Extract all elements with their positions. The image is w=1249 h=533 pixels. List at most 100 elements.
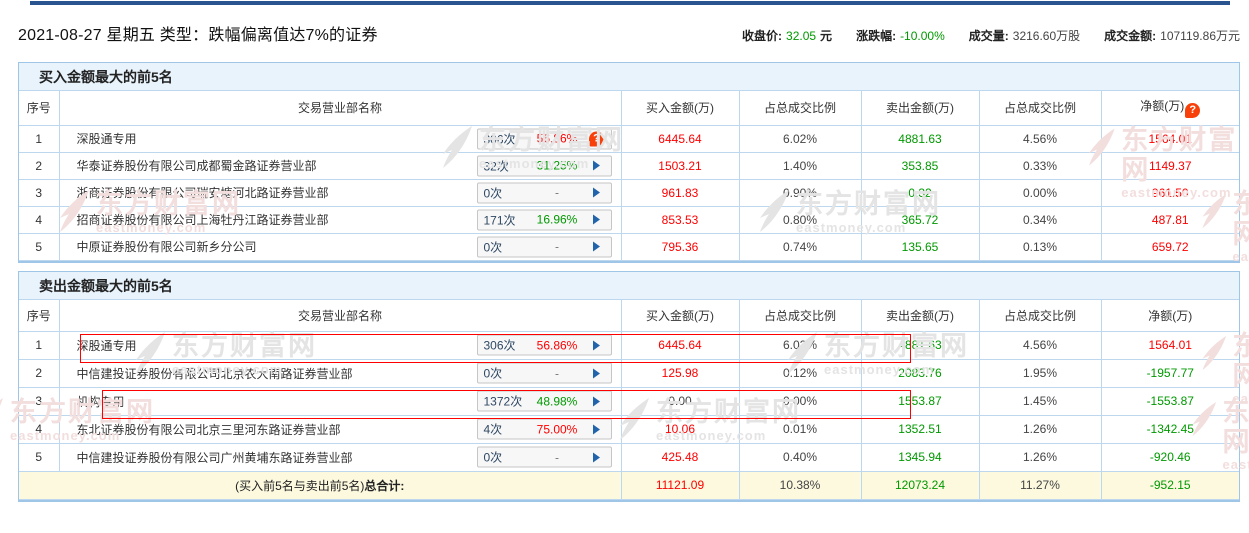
branch-history-badge[interactable]: 0次 - [477,236,612,257]
total-buy-ratio: 10.38% [739,471,861,499]
page-header: 2021-08-27 星期五 类型：跌幅偏离值达7%的证券 收盘价: 32.05… [18,21,1240,45]
help-icon[interactable] [589,131,604,146]
total-sell-amount: 12073.24 [861,471,979,499]
row-index: 1 [19,125,59,152]
table-row: 4 招商证券股份有限公司上海牡丹江路证券营业部 171次 16.96% 853.… [19,206,1239,233]
change-percent: 涨跌幅: -10.00% [856,27,945,44]
table-row: 3 机构专用 1372次 48.98% 0.00 0.00% 1553.87 1… [19,387,1239,415]
branch-history-badge[interactable]: 1372次 48.98% [477,391,612,412]
branch-history-badge[interactable]: 0次 - [477,447,612,468]
arrow-right-icon[interactable] [593,396,600,406]
lhb-detail-page: 2021-08-27 星期五 类型：跌幅偏离值达7%的证券 收盘价: 32.05… [0,0,1249,533]
close-price-value: 32.05 [786,29,816,43]
col-sell-amount: 卖出金额(万) [861,300,979,331]
volume-value: 3216.60万股 [1013,27,1080,44]
net-amount: 659.72 [1101,233,1239,260]
arrow-right-icon[interactable] [593,424,600,434]
branch-history-badge[interactable]: 306次 56.86% [477,335,612,356]
table-row: 1 深股通专用 306次 56.86% 6445.64 6.02% 4881.6… [19,331,1239,359]
branch-name[interactable]: 机构专用 [77,395,125,409]
buy-ratio: 0.74% [739,233,861,260]
grand-total-row: (买入前5名与卖出前5名)总合计: 11121.09 10.38% 12073.… [19,471,1239,499]
sell-amount: 4881.63 [861,125,979,152]
row-index: 5 [19,233,59,260]
buy-ratio: 0.40% [739,443,861,471]
arrow-right-icon[interactable] [593,188,600,198]
arrow-right-icon[interactable] [593,368,600,378]
branch-history-badge[interactable]: 32次 31.25% [477,155,612,176]
turnover: 成交金额: 107119.86万元 [1104,27,1240,44]
net-amount: 1564.01 [1101,331,1239,359]
table-row: 2 中信建投证券股份有限公司北京农大南路证券营业部 0次 - 125.98 0.… [19,359,1239,387]
branch-name[interactable]: 中信建投证券股份有限公司广州黄埔东路证券营业部 [77,451,353,465]
arrow-right-icon[interactable] [593,242,600,252]
arrow-right-icon[interactable] [593,340,600,350]
buy-ratio: 0.80% [739,206,861,233]
branch-name[interactable]: 中信建投证券股份有限公司北京农大南路证券营业部 [77,367,353,381]
net-amount: -920.46 [1101,443,1239,471]
top-accent-rule [30,1,1230,5]
net-amount: 1564.01 [1101,125,1239,152]
sell-amount: 0.32 [861,179,979,206]
help-icon[interactable] [1185,103,1200,118]
close-price: 收盘价: 32.05 元 [742,27,832,44]
arrow-right-icon[interactable] [593,161,600,171]
branch-name[interactable]: 中原证券股份有限公司新乡分公司 [77,240,257,254]
net-amount: 487.81 [1101,206,1239,233]
sell-amount: 365.72 [861,206,979,233]
branch-name[interactable]: 深股通专用 [77,339,137,353]
net-amount: 961.50 [1101,179,1239,206]
table-row: 4 东北证券股份有限公司北京三里河东路证券营业部 4次 75.00% 10.06… [19,415,1239,443]
branch-name[interactable]: 浙商证券股份有限公司瑞安塘河北路证券营业部 [77,186,329,200]
change-percent-value: -10.00% [900,29,945,43]
col-sell-ratio: 占总成交比例 [979,300,1101,331]
sell-amount: 135.65 [861,233,979,260]
sell-ratio: 0.13% [979,233,1101,260]
buy-table-header: 序号 交易营业部名称 买入金额(万) 占总成交比例 卖出金额(万) 占总成交比例… [19,91,1239,125]
col-buy-amount: 买入金额(万) [621,300,739,331]
arrow-right-icon[interactable] [593,452,600,462]
col-net-amount: 净额(万) [1101,91,1239,125]
sell-section-title: 卖出金额最大的前5名 [19,272,1239,300]
col-buy-ratio: 占总成交比例 [739,300,861,331]
sell-table: 序号 交易营业部名称 买入金额(万) 占总成交比例 卖出金额(万) 占总成交比例… [19,300,1239,500]
sell-ratio: 1.26% [979,443,1101,471]
buy-ratio: 0.90% [739,179,861,206]
row-index: 3 [19,387,59,415]
branch-history-badge[interactable]: 0次 - [477,363,612,384]
branch-name[interactable]: 东北证券股份有限公司北京三里河东路证券营业部 [77,423,341,437]
branch-name[interactable]: 深股通专用 [77,132,137,146]
sell-ratio: 4.56% [979,125,1101,152]
branch-name[interactable]: 华泰证券股份有限公司成都蜀金路证券营业部 [77,159,317,173]
row-index: 4 [19,415,59,443]
buy-section-title: 买入金额最大的前5名 [19,63,1239,91]
branch-history-badge[interactable]: 306次 56.86% [477,128,612,149]
branch-history-badge[interactable]: 4次 75.00% [477,419,612,440]
buy-amount: 10.06 [621,415,739,443]
row-index: 1 [19,331,59,359]
buy-top5-section: 买入金额最大的前5名 序号 交易营业部名称 买入金额(万) 占总成交比例 卖出金… [18,62,1240,263]
buy-amount: 0.00 [621,387,739,415]
sell-amount: 1553.87 [861,387,979,415]
col-sell-amount: 卖出金额(万) [861,91,979,125]
sell-amount: 353.85 [861,152,979,179]
branch-history-badge[interactable]: 0次 - [477,182,612,203]
buy-amount: 1503.21 [621,152,739,179]
buy-amount: 425.48 [621,443,739,471]
sell-ratio: 1.95% [979,359,1101,387]
sell-amount: 2083.76 [861,359,979,387]
row-index: 3 [19,179,59,206]
branch-history-badge[interactable]: 171次 16.96% [477,209,612,230]
col-buy-amount: 买入金额(万) [621,91,739,125]
sell-table-header: 序号 交易营业部名称 买入金额(万) 占总成交比例 卖出金额(万) 占总成交比例… [19,300,1239,331]
table-row: 3 浙商证券股份有限公司瑞安塘河北路证券营业部 0次 - 961.83 0.90… [19,179,1239,206]
branch-name[interactable]: 招商证券股份有限公司上海牡丹江路证券营业部 [77,213,329,227]
sell-ratio: 4.56% [979,331,1101,359]
net-amount: 1149.37 [1101,152,1239,179]
arrow-right-icon[interactable] [593,215,600,225]
total-net-amount: -952.15 [1101,471,1239,499]
buy-ratio: 1.40% [739,152,861,179]
table-row: 5 中原证券股份有限公司新乡分公司 0次 - 795.36 0.74% 135.… [19,233,1239,260]
total-buy-amount: 11121.09 [621,471,739,499]
sell-top5-section: 卖出金额最大的前5名 序号 交易营业部名称 买入金额(万) 占总成交比例 卖出金… [18,271,1240,502]
